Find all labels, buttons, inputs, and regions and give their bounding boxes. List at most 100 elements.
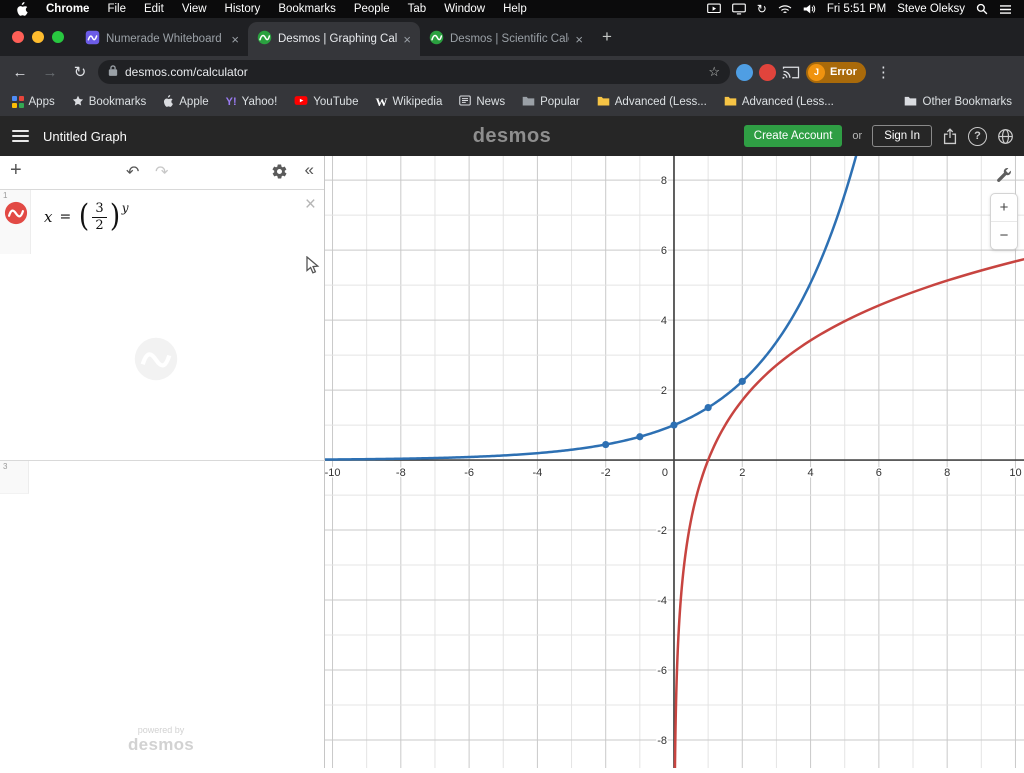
menu-window[interactable]: Window	[435, 3, 494, 15]
sign-in-button[interactable]: Sign In	[872, 125, 932, 147]
globe-icon[interactable]	[997, 128, 1014, 145]
menu-chrome[interactable]: Chrome	[37, 3, 98, 15]
new-tab-button[interactable]: +	[602, 27, 612, 47]
reload-button[interactable]: ↻	[68, 65, 92, 80]
bookmark-apps[interactable]: Apps	[12, 96, 55, 108]
bookmark-label: Advanced (Less...	[742, 96, 834, 108]
curve-point[interactable]	[739, 378, 746, 385]
zoom-in-button[interactable]: +	[991, 194, 1017, 221]
zoom-controls: + −	[990, 193, 1018, 250]
menu-edit[interactable]: Edit	[135, 3, 173, 15]
chrome-tab-strip: Numerade Whiteboard × Desmos | Graphing …	[0, 18, 1024, 56]
tab-title: Desmos | Graphing Calculator	[278, 33, 397, 45]
redo-button[interactable]: ↷	[155, 162, 168, 182]
curve-point[interactable]	[670, 421, 677, 428]
expression-gutter-row3[interactable]: 3	[0, 461, 29, 494]
bookmark-advanced-2[interactable]: Advanced (Less...	[724, 95, 834, 109]
other-bookmarks-label: Other Bookmarks	[923, 96, 1012, 108]
create-account-button[interactable]: Create Account	[744, 125, 843, 147]
curve-point[interactable]	[602, 441, 609, 448]
curve-logarithmic[interactable]	[675, 255, 1024, 768]
mouse-cursor	[306, 256, 321, 280]
undo-button[interactable]: ↶	[126, 162, 139, 182]
graph-title[interactable]: Untitled Graph	[43, 129, 127, 144]
graph-settings-wrench-button[interactable]	[991, 162, 1017, 188]
window-minimize-button[interactable]	[32, 31, 44, 43]
menu-people[interactable]: People	[345, 3, 399, 15]
window-maximize-button[interactable]	[52, 31, 64, 43]
display-icon[interactable]	[732, 3, 746, 15]
graph-canvas[interactable]: -10-8-6-4-20246810-8-6-4-22468	[325, 156, 1024, 768]
bookmark-news[interactable]: News	[459, 95, 505, 109]
chrome-address-bar: ← → ↻ desmos.com/calculator ☆ J Error ⋮	[0, 56, 1024, 88]
menu-bar-user[interactable]: Steve Oleksy	[897, 3, 965, 15]
menu-bar-clock[interactable]: Fri 5:51 PM	[827, 3, 886, 15]
extension-icon-blue[interactable]	[736, 64, 753, 81]
bookmark-wikipedia[interactable]: W Wikipedia	[375, 95, 442, 110]
curve-point[interactable]	[636, 433, 643, 440]
lock-icon[interactable]	[108, 64, 118, 80]
omnibox[interactable]: desmos.com/calculator ☆	[98, 60, 730, 84]
math-exponent: y	[122, 201, 129, 215]
share-icon[interactable]	[942, 128, 958, 145]
tab-desmos-scientific[interactable]: Desmos | Scientific Calculator ×	[420, 22, 592, 56]
macos-menu-bar: Chrome File Edit View History Bookmarks …	[0, 0, 1024, 18]
spotlight-icon[interactable]	[976, 3, 988, 15]
bookmark-advanced-1[interactable]: Advanced (Less...	[597, 95, 707, 109]
tab-close-icon[interactable]: ×	[403, 33, 411, 46]
axis-tick-label: -10	[325, 467, 340, 479]
expression-math[interactable]: x = ( 3 2 ) y	[44, 201, 128, 233]
graph-area[interactable]: -10-8-6-4-20246810-8-6-4-22468 + −	[325, 156, 1024, 768]
screen-mirroring-icon[interactable]	[707, 3, 721, 15]
notification-center-icon[interactable]	[999, 4, 1012, 15]
row-index: 1	[3, 191, 7, 200]
bookmark-label: News	[476, 96, 505, 108]
curve-exponential[interactable]	[325, 156, 870, 460]
window-close-button[interactable]	[12, 31, 24, 43]
url-text[interactable]: desmos.com/calculator	[125, 65, 701, 79]
sync-icon[interactable]: ↻	[757, 2, 767, 16]
remove-expression-button[interactable]: ×	[305, 194, 316, 216]
profile-error-pill[interactable]: J Error	[806, 62, 866, 83]
collapse-panel-button[interactable]: «	[305, 160, 314, 180]
curve-point[interactable]	[705, 404, 712, 411]
tab-numerade-whiteboard[interactable]: Numerade Whiteboard ×	[76, 22, 248, 56]
wifi-icon[interactable]	[778, 4, 792, 15]
bookmark-star-icon[interactable]: ☆	[708, 64, 720, 80]
menu-view[interactable]: View	[173, 3, 216, 15]
volume-icon[interactable]	[803, 3, 816, 15]
menu-bookmarks[interactable]: Bookmarks	[269, 3, 345, 15]
extension-icon-red[interactable]	[759, 64, 776, 81]
powered-by-desmos: powered by desmos	[128, 725, 194, 755]
menu-tab[interactable]: Tab	[399, 3, 436, 15]
back-button[interactable]: ←	[8, 65, 32, 80]
axis-tick-label: 8	[944, 467, 950, 479]
axis-tick-label: 2	[661, 385, 667, 397]
forward-button[interactable]: →	[38, 65, 62, 80]
bookmark-youtube[interactable]: YouTube	[294, 95, 358, 109]
bookmark-label: Apple	[179, 96, 208, 108]
other-bookmarks[interactable]: Other Bookmarks	[904, 95, 1012, 109]
tab-close-icon[interactable]: ×	[575, 33, 583, 46]
tab-desmos-graphing[interactable]: Desmos | Graphing Calculator ×	[248, 22, 420, 56]
bookmark-yahoo[interactable]: Y! Yahoo!	[226, 96, 278, 108]
help-icon[interactable]: ?	[968, 127, 987, 146]
bookmark-popular[interactable]: Popular	[522, 95, 580, 109]
hamburger-menu-icon[interactable]	[12, 130, 29, 142]
bookmark-apple[interactable]: Apple	[163, 95, 208, 110]
expression-row-1[interactable]: 1 x = ( 3 2 ) y ×	[0, 190, 324, 254]
apple-menu-icon[interactable]	[8, 2, 37, 16]
profile-avatar: J	[808, 64, 825, 81]
graph-settings-gear-icon[interactable]	[271, 163, 288, 185]
add-expression-button[interactable]: +	[10, 159, 22, 182]
zoom-out-button[interactable]: −	[991, 221, 1017, 249]
menu-file[interactable]: File	[98, 3, 135, 15]
profile-error-label: Error	[830, 66, 857, 78]
cast-icon[interactable]	[782, 65, 800, 80]
menu-history[interactable]: History	[216, 3, 270, 15]
apple-icon	[163, 95, 174, 110]
chrome-menu-icon[interactable]: ⋮	[872, 63, 895, 81]
bookmark-bookmarks[interactable]: Bookmarks	[72, 95, 147, 110]
tab-close-icon[interactable]: ×	[231, 33, 239, 46]
menu-help[interactable]: Help	[494, 3, 536, 15]
